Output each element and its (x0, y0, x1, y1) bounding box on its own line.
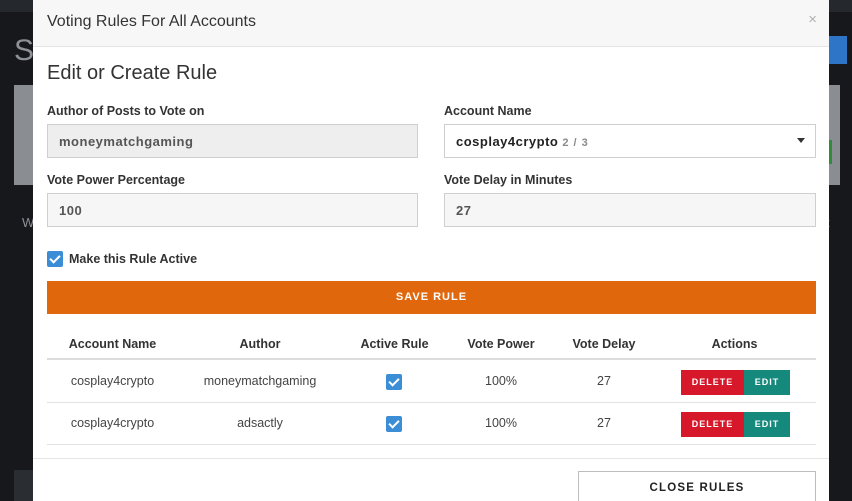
account-name-select[interactable]: cosplay4crypto 2 / 3 (444, 124, 816, 158)
row-author: moneymatchgaming (203, 374, 317, 388)
account-count-badge: 2 / 3 (562, 137, 589, 149)
account-name-label: Account Name (444, 104, 532, 118)
table-header: Account Name Author Active Rule Vote Pow… (47, 330, 816, 360)
header-active-rule: Active Rule (360, 337, 429, 351)
voting-rules-modal: Voting Rules For All Accounts × Edit or … (33, 0, 829, 501)
row-account: cosplay4crypto (70, 416, 155, 430)
vote-power-label: Vote Power Percentage (47, 173, 186, 187)
row-vote-power: 100% (485, 416, 517, 430)
row-vote-delay: 27 (597, 374, 611, 388)
form-heading: Edit or Create Rule (47, 62, 218, 84)
vote-delay-label: Vote Delay in Minutes (444, 173, 573, 187)
modal-footer: CLOSE RULES (33, 458, 829, 501)
row-author: adsactly (237, 416, 283, 430)
author-field-value: moneymatchgaming (59, 134, 194, 149)
chevron-down-icon (797, 138, 805, 143)
background-title-letter: S (14, 34, 35, 67)
author-label: Author of Posts to Vote on (47, 104, 205, 118)
save-rule-button[interactable]: SAVE RULE (47, 281, 816, 314)
vote-delay-value: 27 (456, 203, 472, 218)
vote-delay-input[interactable]: 27 (444, 193, 816, 227)
close-icon[interactable]: × (808, 11, 817, 28)
row-active-checkbox[interactable] (386, 416, 402, 432)
header-account-name: Account Name (68, 337, 157, 351)
table-row: cosplay4crypto moneymatchgaming 100% 27 … (47, 361, 816, 403)
header-author: Author (239, 337, 281, 351)
row-vote-power: 100% (485, 374, 517, 388)
background-panel-left (14, 85, 34, 185)
table-row: cosplay4crypto adsactly 100% 27 DELETE E… (47, 403, 816, 445)
row-account: cosplay4crypto (70, 374, 155, 388)
header-vote-delay: Vote Delay (572, 337, 636, 351)
delete-rule-button[interactable]: DELETE (681, 412, 744, 437)
modal-header: Voting Rules For All Accounts × (33, 0, 829, 47)
close-rules-button[interactable]: CLOSE RULES (578, 471, 816, 501)
edit-rule-button[interactable]: EDIT (744, 412, 790, 437)
modal-title: Voting Rules For All Accounts (47, 13, 256, 30)
account-name-value: cosplay4crypto (456, 134, 559, 149)
vote-power-value: 100 (59, 203, 83, 218)
header-actions: Actions (711, 337, 758, 351)
background-bottom-block (14, 470, 34, 501)
row-vote-delay: 27 (597, 416, 611, 430)
author-field[interactable]: moneymatchgaming (47, 124, 418, 158)
delete-rule-button[interactable]: DELETE (681, 370, 744, 395)
header-vote-power: Vote Power (467, 337, 535, 351)
vote-power-input[interactable]: 100 (47, 193, 418, 227)
row-active-checkbox[interactable] (386, 374, 402, 390)
edit-rule-button[interactable]: EDIT (744, 370, 790, 395)
rule-active-checkbox[interactable] (47, 251, 63, 267)
rule-active-label: Make this Rule Active (69, 252, 198, 266)
